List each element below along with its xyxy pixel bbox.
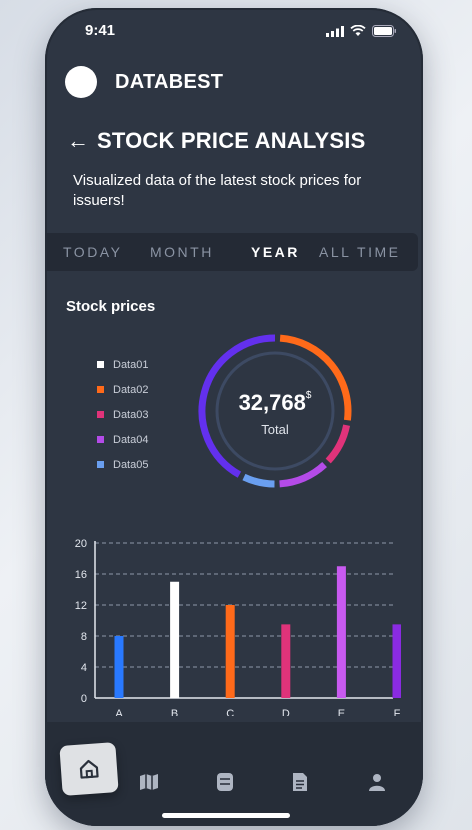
- nav-documents[interactable]: [286, 768, 314, 796]
- y-tick-label: 0: [81, 693, 87, 705]
- home-indicator[interactable]: [162, 813, 290, 818]
- y-tick-label: 16: [75, 569, 87, 581]
- bar-B: [170, 581, 180, 698]
- x-tick-label: D: [282, 708, 290, 716]
- signal-icon: [326, 25, 344, 37]
- phone-screen: 9:41 DATABEST ← STOCK PRICE ANALYSIS Vis…: [45, 8, 423, 826]
- legend-item: Data04: [97, 427, 148, 452]
- user-icon: [369, 774, 385, 791]
- bar-A: [114, 636, 124, 698]
- wifi-icon: [350, 25, 366, 36]
- page-subtitle: Visualized data of the latest stock pric…: [73, 172, 362, 209]
- bar-C: [225, 605, 235, 698]
- x-tick-label: B: [171, 708, 178, 716]
- total-label: Total: [261, 422, 289, 437]
- map-icon: [140, 774, 158, 790]
- total-amount: 32,768: [238, 390, 306, 415]
- legend-swatch: [97, 411, 104, 418]
- legend-item: Data05: [97, 452, 148, 477]
- brand-logo: [65, 66, 97, 98]
- legend-label: Data03: [113, 408, 149, 421]
- brand: DATABEST: [65, 66, 223, 98]
- document-icon: [293, 773, 307, 791]
- legend-item: Data01: [97, 352, 148, 377]
- y-tick-label: 4: [81, 662, 87, 674]
- home-icon: [79, 759, 99, 779]
- legend-swatch: [97, 436, 104, 443]
- y-tick-label: 8: [81, 631, 87, 643]
- x-tick-label: C: [226, 708, 234, 716]
- tab-today[interactable]: TODAY: [63, 244, 122, 260]
- bar-F: [392, 624, 401, 698]
- nav-map[interactable]: [135, 768, 163, 796]
- bottom-nav: [45, 722, 423, 826]
- x-tick-label: A: [115, 708, 123, 716]
- total-value: 32,768$: [190, 390, 360, 416]
- tab-month[interactable]: MONTH: [150, 244, 214, 260]
- x-tick-label: E: [338, 708, 345, 716]
- brand-name: DATABEST: [115, 70, 224, 93]
- tab-year[interactable]: YEAR: [251, 244, 300, 260]
- y-tick-label: 20: [75, 538, 87, 550]
- database-icon: [217, 773, 233, 791]
- page-title: STOCK PRICE ANALYSIS: [97, 128, 366, 153]
- section-title: Stock prices: [66, 298, 156, 315]
- page-header[interactable]: ← STOCK PRICE ANALYSIS: [67, 128, 365, 154]
- x-tick-label: F: [394, 708, 401, 716]
- y-tick-label: 12: [75, 600, 87, 612]
- battery-icon: [372, 25, 396, 37]
- total-unit: $: [305, 390, 312, 401]
- back-arrow-icon[interactable]: ←: [67, 130, 89, 152]
- legend-item: Data03: [97, 402, 148, 427]
- bar-chart: 0 4 8 12 16 20 A B C D E F: [75, 538, 401, 716]
- status-bar: 9:41: [45, 8, 423, 52]
- bar-D: [281, 624, 291, 698]
- nav-home[interactable]: [59, 742, 119, 796]
- legend-swatch: [97, 361, 104, 368]
- bar-E: [336, 566, 346, 698]
- legend-swatch: [97, 461, 104, 468]
- nav-database[interactable]: [211, 768, 239, 796]
- legend-label: Data01: [113, 358, 149, 371]
- period-tabs: TODAY MONTH YEAR ALL TIME: [45, 233, 418, 271]
- status-time: 9:41: [85, 22, 116, 39]
- status-icons: [326, 25, 397, 37]
- tab-all-time[interactable]: ALL TIME: [319, 244, 400, 260]
- nav-profile[interactable]: [363, 768, 391, 796]
- donut-center: 32,768$ Total: [190, 326, 360, 496]
- legend-item: Data02: [97, 377, 148, 402]
- legend-label: Data02: [113, 383, 149, 396]
- chart-legend: Data01 Data02 Data03 Data04 Data05: [97, 352, 148, 477]
- legend-label: Data04: [113, 433, 149, 446]
- legend-swatch: [97, 386, 104, 393]
- legend-label: Data05: [113, 458, 149, 471]
